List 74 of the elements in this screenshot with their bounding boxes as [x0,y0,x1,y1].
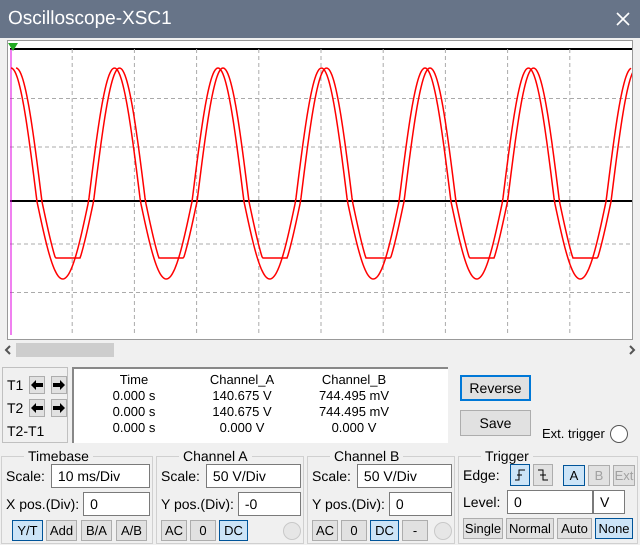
coupling-button[interactable]: DC [370,520,399,541]
channel-radio[interactable] [434,522,452,540]
chevron-right-icon[interactable] [628,345,636,355]
table-cell-text: 744.495 mV [318,404,390,420]
edge-label: Edge: [463,466,501,485]
coupling-button[interactable]: AC [312,520,338,541]
trigger-mode-button[interactable]: Auto [557,518,592,539]
arrow-left-icon [31,380,44,390]
table-cell-text: 744.495 mV [318,388,390,404]
group-title: Channel A [182,448,249,464]
scale-label: Scale: [6,466,45,486]
trigger-mode-button[interactable]: Single [463,518,503,539]
position-field[interactable]: -0 [238,492,301,516]
coupling-button[interactable]: - [402,520,428,541]
window-title: Oscilloscope-XSC1 [8,6,172,31]
table-cell-text: 140.675 V [211,388,273,404]
group-title: Trigger [484,448,530,464]
group-title: Channel B [333,448,400,464]
trigger-mode-button[interactable]: None [595,518,633,539]
coupling-button[interactable]: 0 [341,520,367,541]
position-field[interactable]: 0 [83,492,150,516]
coupling-button[interactable]: DC [219,520,248,541]
cursor-label: T1 [7,376,24,394]
column-header: Channel_B [320,372,388,388]
arrow-right-button[interactable] [51,376,67,394]
coupling-button[interactable]: AC [161,520,187,541]
trigger-mode-button[interactable]: Normal [506,518,554,539]
table-cell-text: 0.000 V [330,420,378,436]
arrow-right-icon [53,403,66,413]
arrow-left-button[interactable] [29,376,46,394]
falling-edge-icon [537,468,549,482]
coupling-button[interactable]: 0 [190,520,216,541]
table-cell-text: 0.000 s [112,404,156,420]
arrow-left-button[interactable] [29,399,46,417]
column-header: Time [118,372,150,388]
arrow-right-icon [53,380,66,390]
chevron-left-icon[interactable] [4,345,12,355]
scale-field[interactable]: 10 ms/Div [50,464,150,488]
level-label: Level: [463,492,502,512]
source-button[interactable]: A [563,464,585,486]
mode-button[interactable]: A/B [116,520,147,541]
scroll-thumb[interactable] [16,343,114,357]
unit-field[interactable]: V [593,490,625,514]
edge-button[interactable] [510,464,530,486]
table-cell-text: 0.000 s [112,420,156,436]
ext-trigger-label: Ext. trigger [542,424,605,443]
mode-button[interactable]: Y/T [12,520,43,541]
arrow-right-button[interactable] [51,399,67,417]
cursor-label: T2-T1 [7,422,44,440]
ext-trigger-radio[interactable] [610,425,628,443]
cursor-label: T2 [7,398,24,418]
position-field[interactable]: 0 [388,492,452,516]
table-cell-text: 0.000 V [218,420,266,436]
scale-label: Scale: [161,466,200,486]
close-icon[interactable] [616,12,630,26]
column-header: Channel_A [208,372,276,388]
position-label: Y pos.(Div): [161,494,234,514]
scale-label: Scale: [312,466,351,486]
group-title: Timebase [27,448,90,464]
action-button[interactable]: Reverse [460,375,531,401]
arrow-left-icon [31,403,44,413]
channel-radio[interactable] [283,522,301,540]
table-cell-text: 140.675 V [211,404,273,420]
action-button[interactable]: Save [460,410,531,436]
position-label: X pos.(Div): [6,494,80,514]
table-cell-text: 0.000 s [112,388,156,404]
scale-field[interactable]: 50 V/Div [206,464,301,488]
level-field[interactable]: 0 [507,490,593,514]
mode-button[interactable]: B/A [81,520,112,541]
rising-edge-icon [514,468,526,482]
mode-button[interactable]: Add [46,520,77,541]
position-label: Y pos.(Div): [312,494,385,514]
scale-field[interactable]: 50 V/Div [356,464,452,488]
edge-button[interactable] [533,464,553,486]
